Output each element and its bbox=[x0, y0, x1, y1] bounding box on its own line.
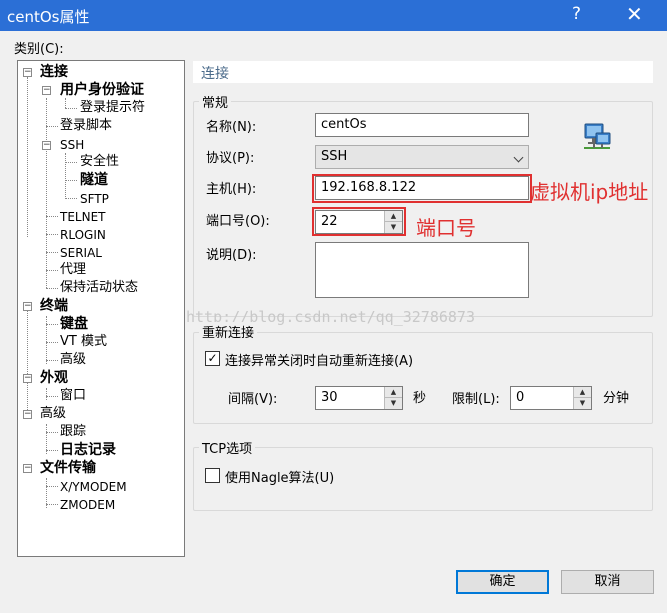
network-computer-icon bbox=[584, 123, 611, 149]
port-highlight bbox=[312, 207, 406, 236]
collapse-icon[interactable]: − bbox=[42, 141, 51, 150]
tcp-group-title: TCP选项 bbox=[199, 438, 256, 457]
spin-down-icon[interactable]: ▼ bbox=[385, 398, 402, 409]
interval-label: 间隔(V): bbox=[228, 392, 278, 407]
close-icon[interactable]: ✕ bbox=[626, 2, 643, 26]
interval-value: 30 bbox=[321, 390, 338, 405]
port-label: 端口号(O): bbox=[206, 214, 270, 229]
collapse-icon[interactable]: − bbox=[23, 374, 32, 383]
tree-item-terminal-advanced[interactable]: 高级 bbox=[60, 352, 86, 369]
tree-item-sftp[interactable]: SFTP bbox=[80, 191, 109, 208]
tree-item-terminal[interactable]: 终端 bbox=[40, 298, 68, 315]
tree-item-connection[interactable]: 连接 bbox=[40, 64, 68, 81]
reconnect-group-title: 重新连接 bbox=[199, 322, 258, 341]
tree-item-telnet[interactable]: TELNET bbox=[60, 209, 106, 226]
general-group-title: 常规 bbox=[199, 92, 232, 111]
tree-item-keyboard[interactable]: 键盘 bbox=[60, 316, 88, 333]
collapse-icon[interactable]: − bbox=[23, 68, 32, 77]
interval-spin-buttons[interactable]: ▲ ▼ bbox=[384, 387, 402, 409]
protocol-value: SSH bbox=[321, 149, 348, 164]
nagle-checkbox[interactable] bbox=[205, 468, 220, 483]
tree-item-login-script[interactable]: 登录脚本 bbox=[60, 118, 112, 135]
collapse-icon[interactable]: − bbox=[42, 86, 51, 95]
tree-item-ssh[interactable]: SSH bbox=[60, 137, 84, 154]
cancel-button[interactable]: 取消 bbox=[561, 570, 654, 594]
window-title: centOs属性 bbox=[7, 8, 90, 26]
protocol-label: 协议(P): bbox=[206, 151, 255, 166]
protocol-select[interactable]: SSH bbox=[315, 145, 529, 169]
tree-item-logging[interactable]: 日志记录 bbox=[60, 442, 116, 459]
tree-item-serial[interactable]: SERIAL bbox=[60, 245, 102, 262]
spin-up-icon[interactable]: ▲ bbox=[385, 387, 402, 398]
help-icon[interactable]: ? bbox=[572, 4, 581, 24]
tree-item-advanced[interactable]: 高级 bbox=[40, 406, 66, 423]
tree-item-proxy[interactable]: 代理 bbox=[60, 262, 86, 279]
section-header: 连接 bbox=[193, 61, 653, 83]
name-input[interactable]: centOs bbox=[315, 113, 529, 137]
category-tree[interactable]: − 连接 − 用户身份验证 登录提示符 登录脚本 − SSH 安全性 隧道 SF… bbox=[17, 60, 185, 557]
tree-item-tunnel[interactable]: 隧道 bbox=[80, 172, 108, 189]
description-textarea[interactable] bbox=[315, 242, 529, 298]
tree-item-security[interactable]: 安全性 bbox=[80, 154, 119, 171]
reconnect-group bbox=[193, 332, 653, 424]
limit-value: 0 bbox=[516, 390, 525, 405]
collapse-icon[interactable]: − bbox=[23, 464, 32, 473]
chevron-down-icon bbox=[513, 152, 524, 163]
tree-item-vt-mode[interactable]: VT 模式 bbox=[60, 334, 107, 351]
tree-item-rlogin[interactable]: RLOGIN bbox=[60, 227, 106, 244]
tree-item-login-prompt[interactable]: 登录提示符 bbox=[80, 100, 145, 117]
desc-label: 说明(D): bbox=[206, 248, 257, 263]
interval-unit: 秒 bbox=[413, 391, 427, 406]
limit-spinner[interactable]: 0 ▲ ▼ bbox=[510, 386, 592, 410]
tree-item-window[interactable]: 窗口 bbox=[60, 388, 86, 405]
name-label: 名称(N): bbox=[206, 120, 257, 135]
tree-item-xymodem[interactable]: X/YMODEM bbox=[60, 479, 127, 496]
interval-spinner[interactable]: 30 ▲ ▼ bbox=[315, 386, 403, 410]
limit-label: 限制(L): bbox=[452, 392, 500, 407]
category-label: 类别(C): bbox=[14, 42, 64, 57]
tree-item-appearance[interactable]: 外观 bbox=[40, 370, 68, 387]
tree-item-keepalive[interactable]: 保持活动状态 bbox=[60, 280, 138, 297]
tree-item-file-transfer[interactable]: 文件传输 bbox=[40, 460, 96, 477]
auto-reconnect-label[interactable]: 连接异常关闭时自动重新连接(A) bbox=[225, 350, 413, 369]
port-annotation: 端口号 bbox=[416, 216, 476, 240]
limit-spin-buttons[interactable]: ▲ ▼ bbox=[573, 387, 591, 409]
collapse-icon[interactable]: − bbox=[23, 302, 32, 311]
nagle-label[interactable]: 使用Nagle算法(U) bbox=[225, 467, 334, 486]
spin-down-icon[interactable]: ▼ bbox=[574, 398, 591, 409]
host-highlight bbox=[312, 174, 532, 203]
title-bar: centOs属性 ? ✕ bbox=[0, 0, 667, 31]
limit-unit: 分钟 bbox=[603, 391, 630, 406]
ok-button[interactable]: 确定 bbox=[456, 570, 549, 594]
collapse-icon[interactable]: − bbox=[23, 410, 32, 419]
tree-item-zmodem[interactable]: ZMODEM bbox=[60, 497, 115, 514]
tree-item-user-auth[interactable]: 用户身份验证 bbox=[60, 82, 144, 99]
tree-item-trace[interactable]: 跟踪 bbox=[60, 424, 86, 441]
host-label: 主机(H): bbox=[206, 182, 257, 197]
auto-reconnect-checkbox[interactable]: ✓ bbox=[205, 351, 220, 366]
host-annotation: 虚拟机ip地址 bbox=[530, 180, 649, 204]
spin-up-icon[interactable]: ▲ bbox=[574, 387, 591, 398]
